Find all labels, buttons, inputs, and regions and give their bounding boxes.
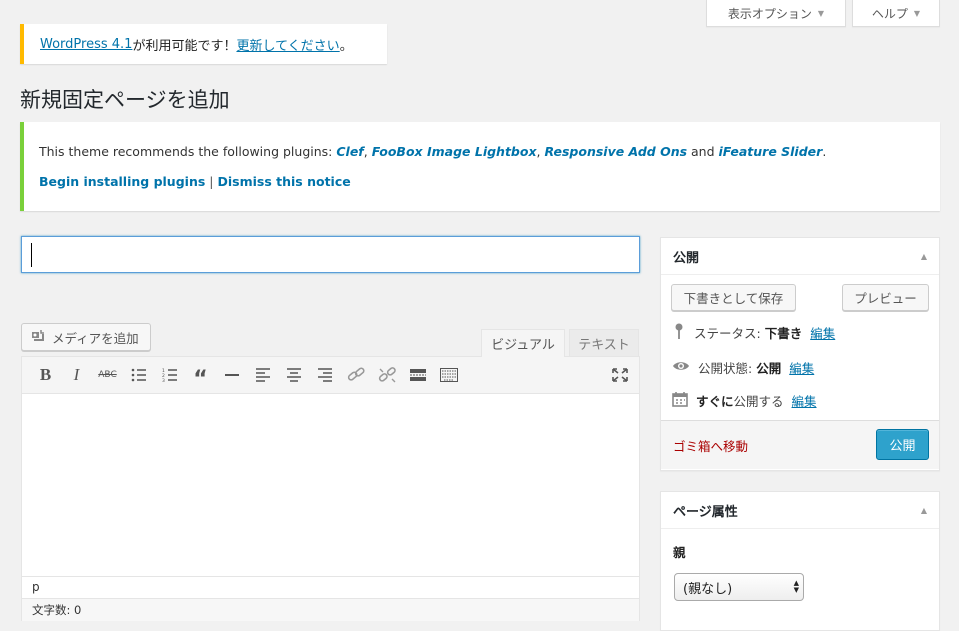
parent-select-value: (親なし): [683, 581, 733, 597]
schedule-text: すぐに公開する: [696, 391, 784, 410]
select-arrows-icon: ▲ ▼: [793, 579, 799, 594]
update-nag-text: が利用可能です！: [132, 38, 237, 54]
plugin-name: iFeature Slider: [718, 144, 823, 159]
add-media-button[interactable]: メディアを追加: [21, 323, 151, 351]
schedule-label: すぐに: [696, 393, 734, 409]
notice-period: .: [822, 144, 827, 159]
fullscreen-icon[interactable]: [604, 361, 635, 389]
insert-link-icon[interactable]: [340, 361, 371, 389]
plugin-recommendation-notice: This theme recommends the following plug…: [20, 122, 940, 211]
help-label: ヘルプ: [871, 6, 908, 21]
calendar-icon: [672, 391, 688, 410]
bold-icon[interactable]: B: [30, 361, 61, 389]
page-attributes-title: ページ属性: [673, 504, 738, 520]
help-tab[interactable]: ヘルプ ▼: [852, 0, 940, 27]
page-attributes-header[interactable]: ページ属性 ▲: [661, 492, 939, 529]
align-center-icon[interactable]: [278, 361, 309, 389]
plugin-name: FooBox Image Lightbox: [371, 144, 537, 159]
begin-installing-plugins-link[interactable]: Begin installing plugins: [39, 174, 205, 189]
screen-options-tab[interactable]: 表示オプション ▼: [706, 0, 846, 27]
collapse-arrow-icon[interactable]: ▲: [921, 506, 927, 515]
status-label: ステータス:: [694, 325, 765, 341]
align-right-icon[interactable]: [309, 361, 340, 389]
tab-text[interactable]: テキスト: [569, 329, 639, 356]
editor-path-bar: p: [22, 576, 639, 598]
media-icon: [30, 329, 46, 345]
wordpress-version-link[interactable]: WordPress 4.1: [40, 37, 132, 52]
horizontal-line-icon[interactable]: [216, 361, 247, 389]
add-media-label: メディアを追加: [52, 330, 139, 346]
numbered-list-icon[interactable]: 123: [154, 361, 185, 389]
notice-prefix: This theme recommends the following plug…: [39, 144, 337, 159]
notice-message: This theme recommends the following plug…: [39, 142, 940, 162]
edit-status-link[interactable]: 編集: [810, 323, 835, 342]
element-path[interactable]: p: [32, 580, 40, 594]
preview-label: プレビュー: [854, 291, 917, 306]
status-row: ステータス: 下書き 編集: [672, 322, 835, 342]
svg-text:3: 3: [162, 378, 165, 382]
eye-icon: [672, 359, 690, 376]
pin-icon: [672, 322, 686, 343]
notice-actions: Begin installing plugins | Dismiss this no…: [39, 172, 940, 192]
parent-select[interactable]: (親なし) ▲ ▼: [674, 573, 804, 601]
update-now-link[interactable]: 更新してください: [236, 35, 339, 54]
word-count: 文字数: 0: [22, 598, 639, 621]
publish-box-title: 公開: [673, 250, 700, 266]
strikethrough-icon[interactable]: ABC: [92, 361, 123, 389]
plugin-name: Responsive Add Ons: [544, 144, 688, 159]
notice-comma: ,: [363, 144, 372, 159]
text-cursor: [31, 243, 32, 267]
visibility-label: 公開状態:: [698, 360, 757, 376]
chevron-down-icon: ▼: [817, 8, 825, 18]
visibility-value: 公開: [756, 360, 782, 376]
page-title-input[interactable]: [21, 236, 640, 273]
chevron-down-icon: ▼: [913, 8, 921, 18]
tab-visual-label: ビジュアル: [491, 338, 555, 353]
bulleted-list-icon[interactable]: [123, 361, 154, 389]
blockquote-icon[interactable]: “: [185, 361, 216, 391]
tab-visual[interactable]: ビジュアル: [481, 329, 565, 357]
preview-button[interactable]: プレビュー: [842, 284, 929, 311]
publish-label: 公開: [889, 439, 916, 454]
save-draft-button[interactable]: 下書きとして保存: [671, 284, 796, 311]
toolbar-toggle-icon[interactable]: [433, 361, 464, 389]
remove-link-icon[interactable]: [371, 361, 402, 389]
schedule-row: すぐに公開する 編集: [672, 390, 817, 410]
move-to-trash-link[interactable]: ゴミ箱へ移動: [673, 436, 748, 455]
notice-and: and: [687, 144, 719, 159]
tab-text-label: テキスト: [578, 337, 630, 353]
screen-options-label: 表示オプション: [727, 6, 812, 21]
save-draft-label: 下書きとして保存: [683, 291, 784, 306]
schedule-value: 公開する: [733, 393, 784, 409]
plugin-name: Clef: [336, 144, 364, 159]
italic-icon[interactable]: I: [61, 361, 92, 389]
notice-separator: |: [209, 174, 214, 189]
dismiss-notice-link[interactable]: Dismiss this notice: [218, 174, 351, 189]
publish-box-header[interactable]: 公開 ▲: [661, 238, 939, 275]
update-nag: WordPress 4.1 が利用可能です！ 更新してください 。: [20, 24, 387, 64]
page-title: 新規固定ページを追加: [20, 88, 230, 112]
page-attributes-box: ページ属性 ▲: [660, 491, 940, 631]
visibility-text: 公開状態: 公開: [698, 358, 781, 377]
visibility-row: 公開状態: 公開 編集: [672, 357, 814, 377]
align-left-icon[interactable]: [247, 361, 278, 389]
edit-visibility-link[interactable]: 編集: [789, 358, 814, 377]
collapse-arrow-icon[interactable]: ▲: [921, 252, 927, 261]
update-nag-end: 。: [339, 38, 353, 54]
parent-label: 親: [673, 545, 686, 560]
status-text: ステータス: 下書き: [694, 323, 802, 342]
read-more-icon[interactable]: [402, 361, 433, 389]
status-value: 下書き: [764, 325, 803, 341]
edit-schedule-link[interactable]: 編集: [792, 391, 817, 410]
publish-button[interactable]: 公開: [876, 429, 929, 460]
editor-toolbar: B I ABC 123 “: [22, 357, 639, 394]
